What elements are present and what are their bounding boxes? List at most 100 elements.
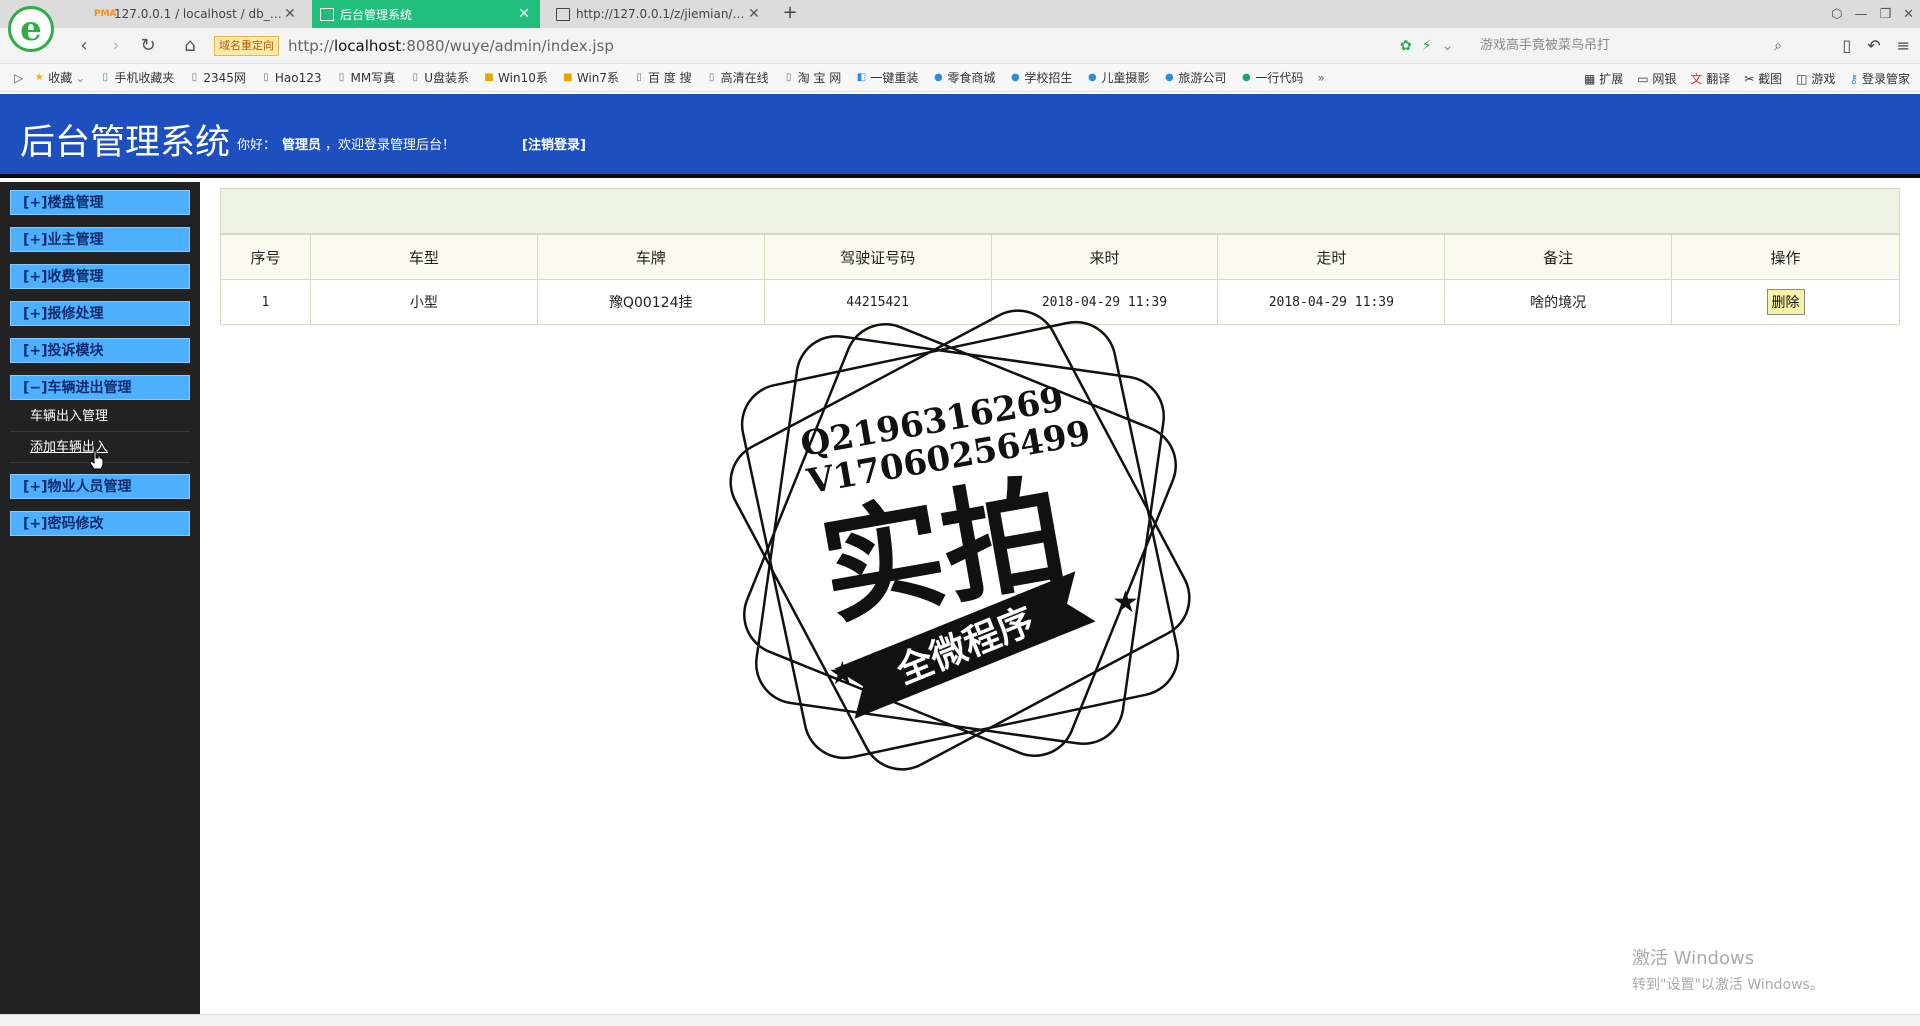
- bookmark-item[interactable]: ▯ 2345网: [188, 69, 246, 86]
- url-prefix: http://: [288, 37, 334, 55]
- star-icon: ★: [1112, 585, 1139, 620]
- cell-leave-time: 2018-04-29 11:39: [1217, 279, 1446, 325]
- security-icon[interactable]: ✿: [1400, 36, 1412, 56]
- close-icon[interactable]: ✕: [282, 6, 298, 22]
- sidebar-item-building[interactable]: [+]楼盘管理: [10, 190, 190, 215]
- netbank-button[interactable]: ▭ 网银: [1637, 70, 1676, 87]
- tool-label: 登录管家: [1861, 71, 1910, 86]
- bookmark-label: 手机收藏夹: [114, 71, 175, 85]
- bookmark-item[interactable]: ● 零食商城: [932, 69, 995, 86]
- activation-title: 激活 Windows: [1632, 948, 1755, 969]
- search-input[interactable]: 游戏高手竟被菜鸟吊打 ⌕: [1472, 34, 1790, 58]
- page-icon: [320, 7, 334, 21]
- table-header-row: 序号 车型 车牌 驾驶证号码 来时 走时 备注 操作: [220, 234, 1900, 280]
- back-icon[interactable]: ‹: [72, 34, 96, 58]
- close-icon[interactable]: ✕: [516, 6, 532, 22]
- bookmark-label: 百 度 搜: [648, 71, 692, 85]
- bookmark-item[interactable]: ● 儿童摄影: [1086, 69, 1149, 86]
- url-host: localhost: [333, 37, 402, 55]
- column-header: 操作: [1671, 234, 1900, 280]
- bookmark-label: 儿童摄影: [1101, 71, 1150, 85]
- bookmark-item[interactable]: ▯ Hao123: [260, 71, 321, 85]
- sidebar-subitem-vehicle-list[interactable]: 车辆出入管理: [10, 402, 190, 432]
- status-bar: [0, 1014, 1920, 1026]
- bookmark-label: 一键重装: [870, 71, 919, 85]
- redirect-badge[interactable]: 域名重定向: [214, 36, 279, 56]
- sidebar-item-billing[interactable]: [+]收费管理: [10, 264, 190, 289]
- lightning-icon[interactable]: ⚡: [1422, 36, 1432, 56]
- search-icon[interactable]: ⌕: [1774, 34, 1782, 58]
- minimize-icon[interactable]: —: [1854, 7, 1867, 22]
- refresh-icon[interactable]: ↻: [136, 34, 160, 58]
- column-header: 车牌: [536, 234, 765, 280]
- greeting-label: 你好：: [237, 138, 277, 153]
- bookmark-label: Win7系: [576, 71, 620, 85]
- games-button[interactable]: ◫ 游戏: [1796, 70, 1835, 87]
- forward-icon[interactable]: ›: [104, 34, 128, 58]
- page-icon: ▯: [412, 71, 418, 83]
- sidebar-item-repair[interactable]: [+]报修处理: [10, 301, 190, 326]
- menu-icon[interactable]: ≡: [1897, 34, 1910, 58]
- undo-icon[interactable]: ↶: [1867, 34, 1880, 58]
- home-icon[interactable]: ⌂: [178, 34, 202, 58]
- sidebar-item-staff[interactable]: [+]物业人员管理: [10, 474, 190, 499]
- bookmark-item[interactable]: ▯ MM写真: [336, 69, 395, 86]
- cell-index: 1: [220, 279, 311, 325]
- content-title-strip: [220, 188, 1900, 234]
- bookmark-more-button[interactable]: »: [1317, 71, 1324, 85]
- tab-jiemian[interactable]: http://127.0.0.1/z/jiemian/create ✕: [548, 0, 770, 28]
- delete-button[interactable]: 删除: [1766, 289, 1805, 315]
- bookmark-item[interactable]: ◧ 一键重装: [855, 69, 919, 86]
- bookmark-item[interactable]: ▯ 百 度 搜: [633, 69, 692, 86]
- star-icon: ★: [34, 71, 44, 83]
- sidebar-item-complaint[interactable]: [+]投诉模块: [10, 338, 190, 363]
- bookmark-tools: ▦ 扩展 ▭ 网银 文 翻译 ✂ 截图 ◫ 游戏 ⚷ 登录管家: [1584, 64, 1910, 92]
- translate-button[interactable]: 文 翻译: [1690, 70, 1730, 87]
- browser-logo-icon[interactable]: e: [8, 6, 54, 52]
- sidebar-item-password[interactable]: [+]密码修改: [10, 511, 190, 536]
- column-header: 驾驶证号码: [763, 234, 992, 280]
- m-logo-icon: ●: [1087, 71, 1097, 83]
- bookmark-icon[interactable]: ▯: [1842, 34, 1851, 58]
- bookmark-item[interactable]: ▯ U盘装系: [409, 69, 469, 86]
- screenshot-button[interactable]: ✂ 截图: [1744, 70, 1782, 87]
- logout-link[interactable]: [注销登录]: [522, 134, 586, 153]
- bookmark-item[interactable]: ★ 收藏 ⌄: [33, 69, 86, 86]
- bookmark-item[interactable]: ● 学校招生: [1009, 69, 1072, 86]
- close-window-icon[interactable]: ✕: [1903, 7, 1914, 22]
- bookmark-label: 一行代码: [1255, 71, 1304, 85]
- windows-icon: ■: [563, 71, 573, 83]
- skin-icon[interactable]: ⬡: [1831, 7, 1842, 22]
- bookmark-item[interactable]: ■ Win7系: [562, 69, 619, 86]
- login-manager-button[interactable]: ⚷ 登录管家: [1849, 70, 1910, 87]
- bookmark-item[interactable]: ■ Win10系: [483, 69, 548, 86]
- tab-admin-system[interactable]: 后台管理系统 ✕: [312, 0, 540, 28]
- sidebar: [+]楼盘管理 [+]业主管理 [+]收费管理 [+]报修处理 [+]投诉模块 …: [0, 182, 200, 1014]
- toolbar-icons: ▯ ↶ ≡: [1842, 34, 1910, 58]
- bookmark-item[interactable]: ● 一行代码: [1240, 69, 1303, 86]
- column-header: 来时: [990, 234, 1219, 280]
- cell-action: 删除: [1671, 279, 1900, 325]
- bookmark-item[interactable]: ● 旅游公司: [1163, 69, 1226, 86]
- more-icon: »: [1317, 70, 1325, 85]
- translate-icon: 文: [1690, 71, 1703, 86]
- bookmark-item[interactable]: ▯ 高清在线: [706, 69, 769, 86]
- bookmark-item[interactable]: ▯ 淘 宝 网: [783, 69, 841, 86]
- tool-label: 网银: [1652, 71, 1677, 86]
- sidebar-toggle-icon[interactable]: ▷: [14, 71, 23, 85]
- url-input[interactable]: http://localhost:8080/wuye/admin/index.j…: [288, 36, 614, 56]
- column-header: 走时: [1217, 234, 1446, 280]
- extensions-button[interactable]: ▦ 扩展: [1584, 70, 1623, 87]
- sidebar-item-vehicle[interactable]: [−]车辆进出管理: [10, 375, 190, 400]
- hand-cursor-icon: [89, 450, 104, 470]
- tool-label: 翻译: [1706, 71, 1731, 86]
- sidebar-item-owner[interactable]: [+]业主管理: [10, 227, 190, 252]
- tab-phpmyadmin[interactable]: PMA 127.0.0.1 / localhost / db_wuye ✕: [86, 0, 306, 28]
- new-tab-button[interactable]: +: [780, 0, 800, 28]
- restore-icon[interactable]: ❐: [1879, 7, 1891, 22]
- close-icon[interactable]: ✕: [746, 6, 762, 22]
- tool-label: 截图: [1758, 71, 1783, 86]
- bookmark-item[interactable]: ▯ 手机收藏夹: [99, 69, 175, 86]
- page-icon: ▯: [636, 71, 642, 83]
- chevron-down-icon[interactable]: ⌄: [1442, 36, 1454, 56]
